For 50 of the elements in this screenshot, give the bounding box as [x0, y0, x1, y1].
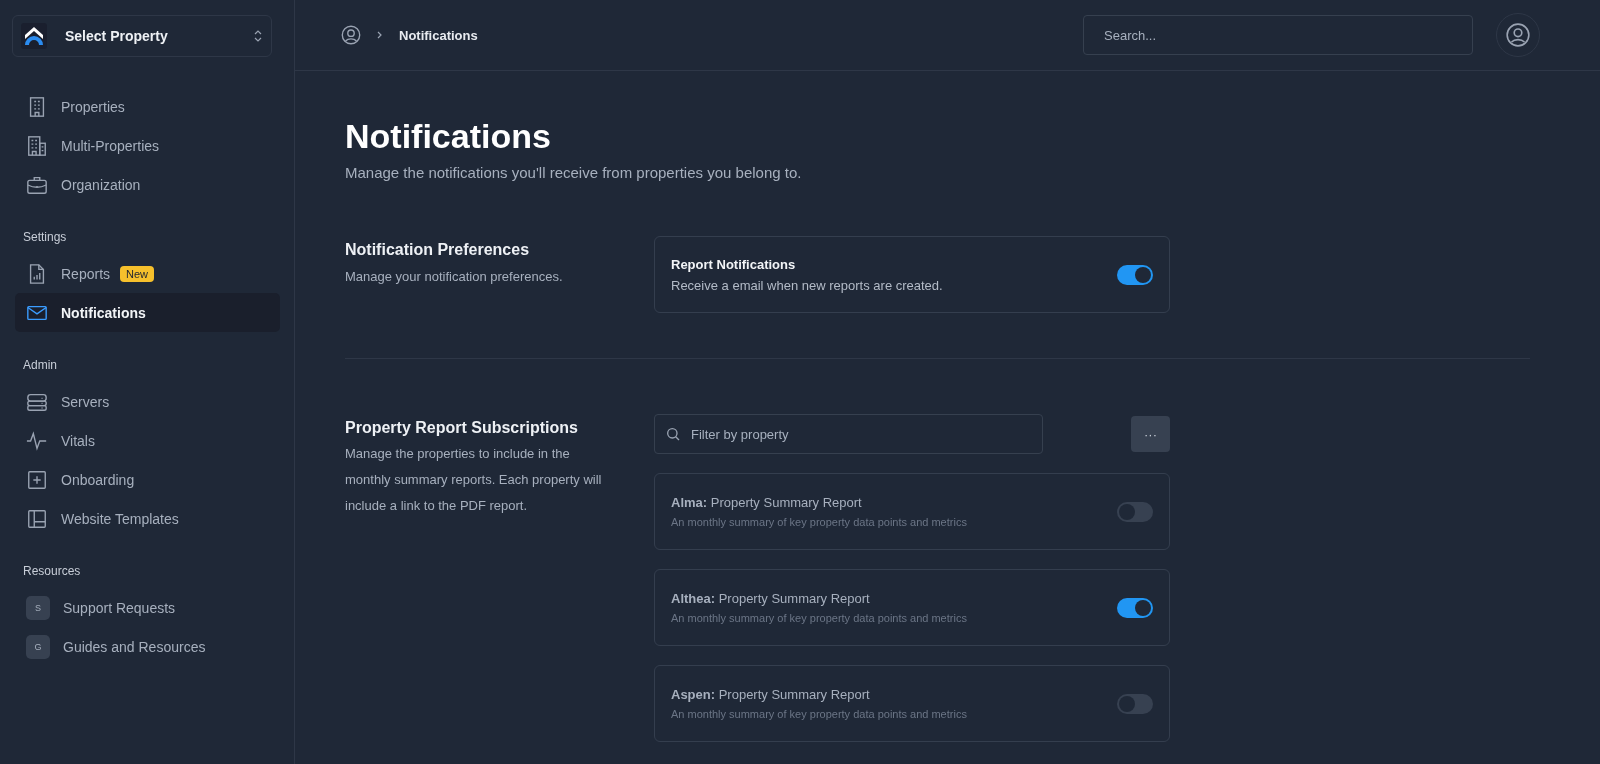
sidebar-item[interactable]: Vitals: [15, 421, 280, 460]
card-description: An monthly summary of key property data points and metrics: [671, 516, 968, 528]
sidebar-item[interactable]: G Guides and Resources: [15, 627, 280, 666]
sidebar-item[interactable]: Properties: [15, 87, 280, 126]
plus-square-icon: [26, 468, 48, 491]
user-avatar-button[interactable]: [1496, 13, 1540, 57]
section-title: Notification Preferences: [345, 241, 531, 259]
layout-icon: [26, 507, 48, 530]
sidebar-item[interactable]: Onboarding: [15, 460, 280, 499]
initial-avatar: G: [26, 634, 50, 659]
search-field[interactable]: Search...: [1083, 15, 1473, 55]
toggle-switch[interactable]: [1117, 597, 1153, 618]
section-description: Manage the properties to include in the monthly summary reports. Each property will include a link to the PDF report.: [345, 445, 603, 515]
card-title: Aspen: Property Summary Report: [671, 687, 871, 702]
toggle-switch[interactable]: [1117, 693, 1153, 714]
section-description: Manage your notification preferences.: [345, 269, 564, 284]
toggle-switch[interactable]: [1117, 264, 1153, 285]
more-options-button[interactable]: ···: [1131, 416, 1170, 452]
section-heading: Resources: [22, 564, 82, 578]
breadcrumb-current[interactable]: Notifications: [399, 27, 478, 43]
chevron-updown-icon: [253, 29, 263, 43]
card-title: Report Notifications: [671, 256, 797, 272]
card-title: Alma: Property Summary Report: [671, 495, 863, 510]
section-heading: Admin: [22, 358, 58, 372]
filter-field[interactable]: Filter by property: [654, 414, 1043, 454]
user-circle-icon[interactable]: [340, 24, 362, 46]
page-title: Notifications: [345, 117, 552, 156]
sidebar-item[interactable]: Multi-Properties: [15, 126, 280, 165]
section-heading: Settings: [22, 230, 68, 244]
user-circle-icon: [1505, 22, 1531, 48]
card-title: Althea: Property Summary Report: [671, 591, 871, 606]
sidebar-item[interactable]: S Support Requests: [15, 588, 280, 627]
page-subtitle: Manage the notifications you'll receive from properties you belong to.: [345, 164, 803, 181]
sidebar-item[interactable]: Servers: [15, 382, 280, 421]
buildings-icon: [26, 134, 48, 157]
logo-icon: [21, 23, 47, 49]
initial-avatar: S: [26, 595, 50, 620]
section-title: Property Report Subscriptions: [345, 419, 579, 437]
card-description: An monthly summary of key property data points and metrics: [671, 612, 968, 624]
search-icon: [665, 426, 681, 442]
new-badge: New: [120, 265, 155, 282]
pulse-icon: [26, 429, 48, 452]
toggle-switch[interactable]: [1117, 501, 1153, 522]
sidebar-item[interactable]: Organization: [15, 165, 280, 204]
card-description: An monthly summary of key property data points and metrics: [671, 708, 968, 720]
sidebar-item[interactable]: Notifications: [15, 293, 280, 332]
card-description: Receive a email when new reports are created.: [671, 277, 944, 293]
property-selector[interactable]: Select Property: [12, 15, 272, 57]
sidebar-item[interactable]: Website Templates: [15, 499, 280, 538]
sidebar-item[interactable]: Reports New: [15, 254, 280, 293]
